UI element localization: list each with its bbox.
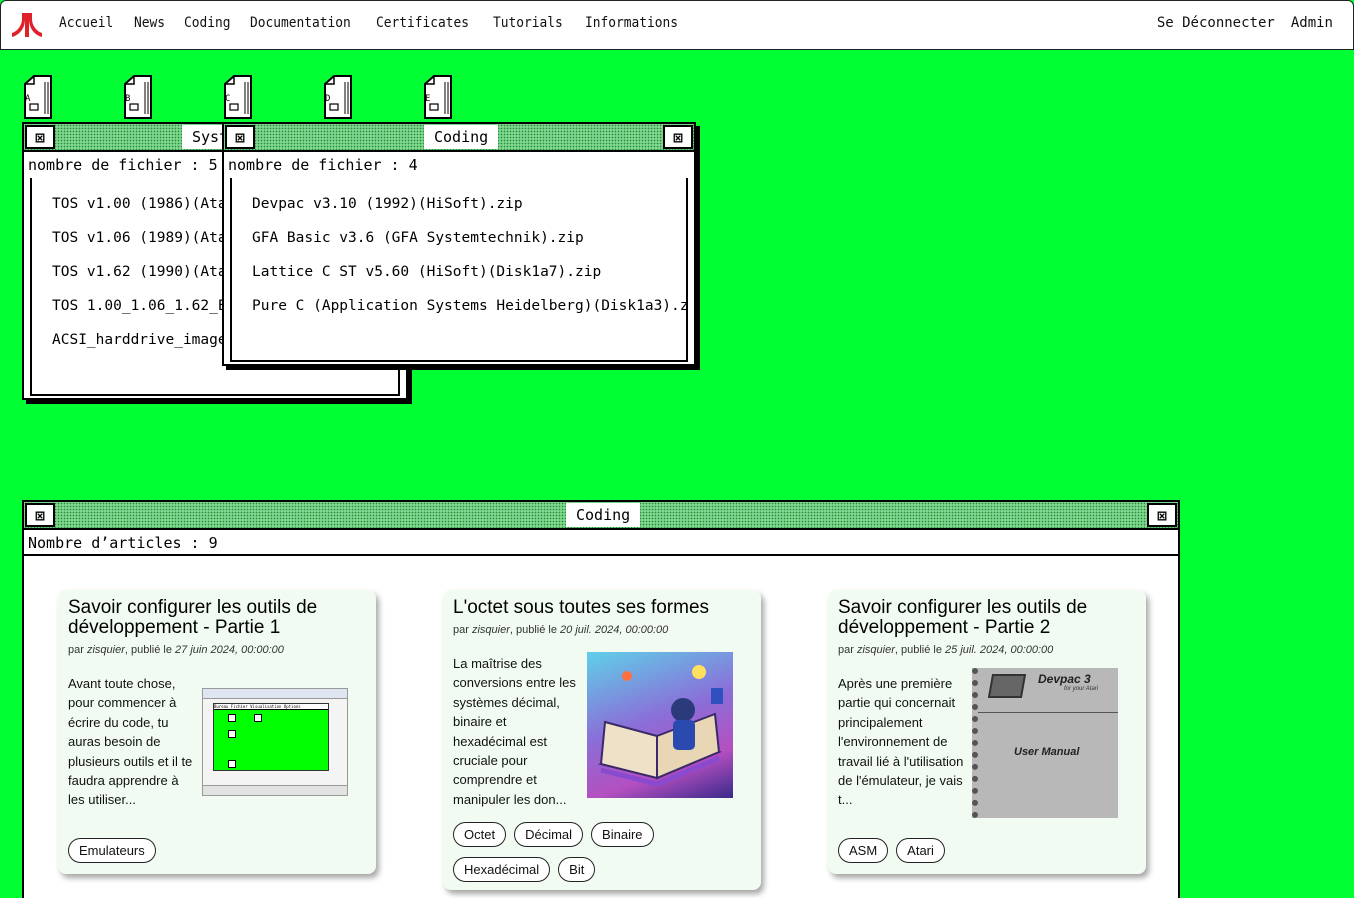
close-icon[interactable]: ⊠: [25, 503, 55, 527]
article-date: 20 juil. 2024, 00:00:00: [560, 624, 669, 636]
file-list: Devpac v3.10 (1992)(HiSoft).zip GFA Basi…: [230, 178, 688, 362]
article-author: zisquier: [471, 624, 510, 636]
tag-bit[interactable]: Bit: [558, 857, 596, 882]
file-count: nombre de fichier : 4: [228, 156, 418, 174]
tag-binaire[interactable]: Binaire: [591, 822, 654, 847]
drive-letter: B: [125, 94, 131, 104]
article-date: 27 juin 2024, 00:00:00: [175, 644, 284, 656]
article-count: Nombre d’articles : 9: [24, 530, 1178, 556]
article-date: 25 juil. 2024, 00:00:00: [945, 644, 1054, 656]
article-author: zisquier: [856, 644, 895, 656]
drive-letter: D: [325, 94, 331, 104]
nav-documentation[interactable]: Documentation: [250, 15, 351, 31]
atari-logo-icon[interactable]: [11, 11, 43, 39]
drive-d-icon[interactable]: D: [322, 74, 354, 120]
chip-icon: [987, 674, 1027, 698]
drive-letter: E: [425, 94, 431, 104]
admin-link[interactable]: Admin: [1291, 15, 1333, 31]
article-card[interactable]: Savoir configurer les outils de développ…: [58, 590, 376, 874]
drive-letter: C: [225, 94, 231, 104]
tag-list: Octet Décimal Binaire Hexadécimal Bit: [453, 822, 753, 882]
fullscreen-icon[interactable]: ⊠: [1147, 503, 1177, 527]
close-icon[interactable]: ⊠: [225, 125, 255, 149]
file-item[interactable]: Devpac v3.10 (1992)(HiSoft).zip: [252, 196, 686, 230]
drive-b-icon[interactable]: B: [122, 74, 154, 120]
drive-c-icon[interactable]: C: [222, 74, 254, 120]
article-thumbnail[interactable]: Devpac 3 for your Atari User Manual: [972, 668, 1118, 818]
coding-files-window[interactable]: ⊠ Coding ⊠ nombre de fichier : 4 Devpac …: [222, 122, 696, 366]
tag-asm[interactable]: ASM: [838, 838, 889, 863]
window-title: Coding: [424, 125, 499, 149]
file-item[interactable]: GFA Basic v3.6 (GFA Systemtechnik).zip: [252, 230, 686, 264]
logout-link[interactable]: Se Déconnecter: [1157, 15, 1275, 31]
file-item[interactable]: Lattice C ST v5.60 (HiSoft)(Disk1a7).zip: [252, 264, 686, 298]
tag-hexadecimal[interactable]: Hexadécimal: [453, 857, 551, 882]
article-card[interactable]: L'octet sous toutes ses formes par zisqu…: [443, 590, 761, 890]
file-item[interactable]: Pure C (Application Systems Heidelberg)(…: [252, 298, 686, 332]
article-thumbnail[interactable]: [587, 652, 733, 798]
user-nav: Se Déconnecter Admin: [1141, 15, 1333, 31]
article-excerpt: La maîtrise des conversions entre les sy…: [453, 656, 576, 807]
window-title-bar[interactable]: ⊠ Coding ⊠: [224, 124, 694, 152]
article-title[interactable]: Savoir configurer les outils de développ…: [68, 598, 366, 638]
drive-a-icon[interactable]: A: [22, 74, 54, 120]
window-title: Coding: [566, 503, 641, 527]
tag-emulateurs[interactable]: Emulateurs: [68, 838, 156, 863]
close-icon[interactable]: ⊠: [25, 125, 55, 149]
tag-atari[interactable]: Atari: [896, 838, 945, 863]
article-excerpt: Après une première partie qui concernait…: [838, 676, 964, 808]
drive-e-icon[interactable]: E: [422, 74, 454, 120]
window-title-bar[interactable]: ⊠ Coding ⊠: [24, 502, 1178, 530]
article-meta: par zisquier, publié le 20 juil. 2024, 0…: [453, 624, 669, 636]
tag-decimal[interactable]: Décimal: [514, 822, 584, 847]
nav-news[interactable]: News: [134, 15, 165, 31]
tag-octet[interactable]: Octet: [453, 822, 507, 847]
nav-certificates[interactable]: Certificates: [376, 15, 469, 31]
tag-list: ASM Atari: [838, 838, 945, 863]
article-title[interactable]: Savoir configurer les outils de développ…: [838, 598, 1136, 638]
drive-letter: A: [25, 94, 31, 104]
article-excerpt: Avant toute chose, pour commencer à écri…: [68, 676, 193, 808]
article-title[interactable]: L'octet sous toutes ses formes: [453, 598, 751, 618]
article-author: zisquier: [86, 644, 125, 656]
nav-tutorials[interactable]: Tutorials: [493, 15, 563, 31]
main-nav: Accueil News Coding Documentation Certif…: [59, 15, 702, 31]
fullscreen-icon[interactable]: ⊠: [663, 125, 693, 149]
articles-window[interactable]: ⊠ Coding ⊠ Nombre d’articles : 9 Savoir …: [22, 500, 1180, 898]
book-illustration-icon: [597, 665, 723, 787]
nav-informations[interactable]: Informations: [585, 15, 678, 31]
article-card[interactable]: Savoir configurer les outils de développ…: [828, 590, 1146, 874]
article-meta: par zisquier, publié le 25 juil. 2024, 0…: [838, 644, 1054, 656]
article-thumbnail[interactable]: Bureau Fichier Visualisation Options: [202, 688, 348, 796]
article-meta: par zisquier, publié le 27 juin 2024, 00…: [68, 644, 284, 656]
top-navbar: Accueil News Coding Documentation Certif…: [0, 0, 1354, 50]
nav-accueil[interactable]: Accueil: [59, 15, 113, 31]
tag-list: Emulateurs: [68, 838, 156, 863]
nav-coding[interactable]: Coding: [184, 15, 231, 31]
